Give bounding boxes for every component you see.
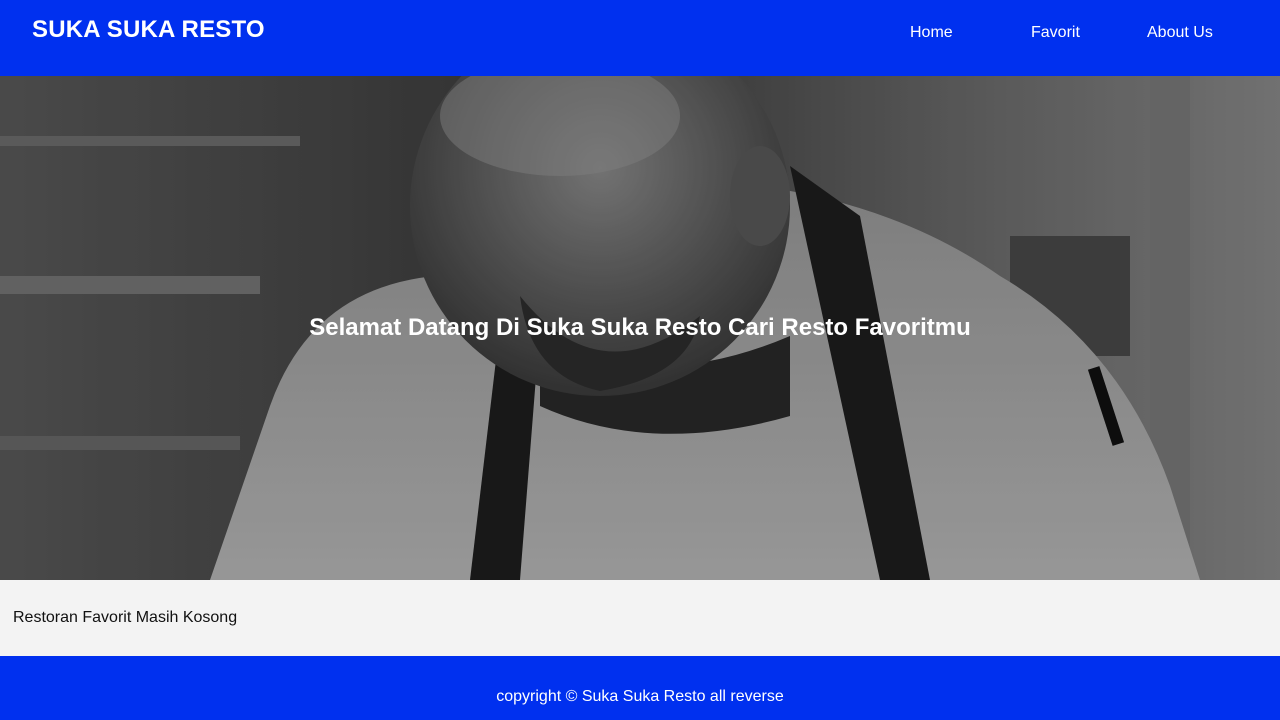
- hero-title: Selamat Datang Di Suka Suka Resto Cari R…: [309, 314, 971, 341]
- app-bar: SUKA SUKA RESTO Home Favorit About Us: [0, 0, 1280, 76]
- footer: copyright © Suka Suka Resto all reverse: [0, 656, 1280, 720]
- favorite-content: Restoran Favorit Masih Kosong: [0, 580, 1280, 656]
- brand-title[interactable]: SUKA SUKA RESTO: [32, 16, 265, 44]
- footer-copyright: copyright © Suka Suka Resto all reverse: [496, 688, 784, 705]
- nav-home-link[interactable]: Home: [910, 22, 953, 44]
- hero-section: Selamat Datang Di Suka Suka Resto Cari R…: [0, 76, 1280, 580]
- nav-about-us-link[interactable]: About Us: [1147, 22, 1213, 44]
- empty-favorites-message: Restoran Favorit Masih Kosong: [13, 609, 238, 626]
- nav-favorit-link[interactable]: Favorit: [1031, 22, 1080, 44]
